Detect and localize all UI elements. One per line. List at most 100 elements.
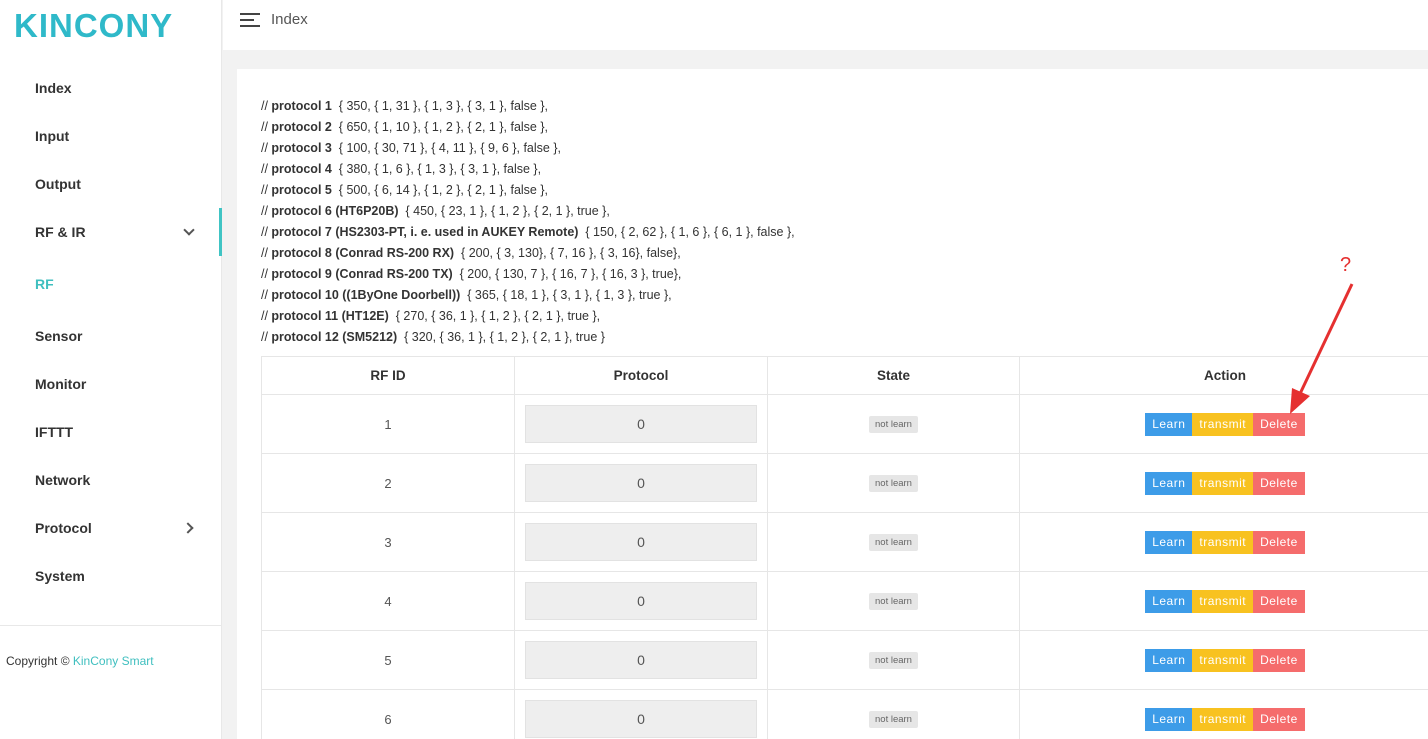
sidebar-item-sensor[interactable]: Sensor [0,312,222,360]
protocol-value: { 450, { 23, 1 }, { 1, 2 }, { 2, 1 }, tr… [405,204,610,218]
transmit-button[interactable]: transmit [1192,530,1254,554]
sidebar-item-index[interactable]: Index [0,64,222,112]
protocol-spacer [332,99,339,113]
transmit-button[interactable]: transmit [1192,471,1254,495]
protocol-value: { 650, { 1, 10 }, { 1, 2 }, { 2, 1 }, fa… [338,120,548,134]
sidebar-item-label: Network [35,472,91,488]
protocol-name: protocol 6 (HT6P20B) [271,204,399,218]
protocol-input[interactable] [525,464,757,502]
protocol-name: protocol 4 [271,162,332,176]
protocol-spacer [332,183,339,197]
copyright-brand-link[interactable]: KinCony Smart [73,654,154,668]
protocol-list: // protocol 1 { 350, { 1, 31 }, { 1, 3 }… [261,96,795,348]
rf-table: RF ID Protocol State Action 1 not learn Le… [261,356,1428,739]
transmit-button[interactable]: transmit [1192,648,1254,672]
state-cell: not learn [767,571,1020,631]
action-cell: Learn transmit Delete [1019,512,1428,572]
protocol-cell [514,689,768,739]
protocol-name: protocol 5 [271,183,332,197]
annotation-question-mark: ? [1340,254,1352,276]
protocol-spacer [332,120,339,134]
protocol-input[interactable] [525,582,757,620]
col-header-action: Action [1019,356,1428,395]
protocol-value: { 270, { 36, 1 }, { 1, 2 }, { 2, 1 }, tr… [395,309,601,323]
protocol-spacer [389,309,396,323]
sidebar-item-protocol[interactable]: Protocol [0,504,222,552]
protocol-line: // protocol 11 (HT12E) { 270, { 36, 1 },… [261,306,795,327]
protocol-line: // protocol 7 (HS2303-PT, i. e. used in … [261,222,795,243]
protocol-value: { 500, { 6, 14 }, { 1, 2 }, { 2, 1 }, fa… [338,183,548,197]
protocol-cell [514,394,768,454]
delete-button[interactable]: Delete [1253,648,1305,672]
learn-button[interactable]: Learn [1145,648,1193,672]
menu-toggle-icon[interactable] [240,13,260,27]
status-badge: not learn [869,711,918,728]
protocol-value: { 365, { 18, 1 }, { 3, 1 }, { 1, 3 }, tr… [467,288,672,302]
sidebar-item-monitor[interactable]: Monitor [0,360,222,408]
state-cell: not learn [767,630,1020,690]
action-cell: Learn transmit Delete [1019,394,1428,454]
transmit-button[interactable]: transmit [1192,707,1254,731]
state-cell: not learn [767,689,1020,739]
protocol-value: { 100, { 30, 71 }, { 4, 11 }, { 9, 6 }, … [338,141,561,155]
sidebar-item-rf-ir[interactable]: RF & IR [0,208,222,256]
sidebar-item-label: RF & IR [35,224,86,240]
transmit-button[interactable]: transmit [1192,589,1254,613]
transmit-button[interactable]: transmit [1192,412,1254,436]
protocol-name: protocol 11 (HT12E) [271,309,389,323]
action-cell: Learn transmit Delete [1019,571,1428,631]
state-cell: not learn [767,512,1020,572]
delete-button[interactable]: Delete [1253,530,1305,554]
state-cell: not learn [767,453,1020,513]
delete-button[interactable]: Delete [1253,471,1305,495]
sidebar-item-output[interactable]: Output [0,160,222,208]
status-badge: not learn [869,475,918,492]
protocol-line: // protocol 10 ((1ByOne Doorbell)) { 365… [261,285,795,306]
sidebar: KINCONY Index Input Output RF & IR RF Se… [0,0,222,739]
delete-button[interactable]: Delete [1253,707,1305,731]
sidebar-item-rf[interactable]: RF [0,256,222,312]
comment-slashes: // [261,225,272,239]
sidebar-item-input[interactable]: Input [0,112,222,160]
sidebar-item-network[interactable]: Network [0,456,222,504]
learn-button[interactable]: Learn [1145,530,1193,554]
protocol-value: { 380, { 1, 6 }, { 1, 3 }, { 3, 1 }, fal… [338,162,542,176]
sidebar-item-label: Index [35,80,72,96]
learn-button[interactable]: Learn [1145,707,1193,731]
protocol-input[interactable] [525,523,757,561]
protocol-input[interactable] [525,700,757,738]
status-badge: not learn [869,534,918,551]
rf-id-cell: 3 [261,512,515,572]
action-cell: Learn transmit Delete [1019,453,1428,513]
protocol-cell [514,630,768,690]
rf-id-cell: 2 [261,453,515,513]
protocol-spacer [454,246,461,260]
protocol-line: // protocol 2 { 650, { 1, 10 }, { 1, 2 }… [261,117,795,138]
protocol-line: // protocol 6 (HT6P20B) { 450, { 23, 1 }… [261,201,795,222]
sidebar-item-label: System [35,568,85,584]
protocol-input[interactable] [525,405,757,443]
state-cell: not learn [767,394,1020,454]
top-header: Index [223,0,1428,50]
table-row: 3 not learn LearntransmitDelete [261,512,1428,572]
learn-button[interactable]: Learn [1145,589,1193,613]
protocol-input[interactable] [525,641,757,679]
learn-button[interactable]: Learn [1145,412,1193,436]
sidebar-item-ifttt[interactable]: IFTTT [0,408,222,456]
comment-slashes: // [261,204,272,218]
protocol-name: protocol 2 [271,120,332,134]
delete-button[interactable]: Delete [1253,589,1305,613]
status-badge: not learn [869,652,918,669]
kincony-logo[interactable]: KINCONY [14,8,194,42]
protocol-value: { 320, { 36, 1 }, { 1, 2 }, { 2, 1 }, tr… [404,330,605,344]
sidebar-item-label: IFTTT [35,424,74,440]
learn-button[interactable]: Learn [1145,471,1193,495]
comment-slashes: // [261,120,272,134]
sidebar-item-system[interactable]: System [0,552,222,600]
protocol-name: protocol 9 (Conrad RS-200 TX) [271,267,453,281]
action-cell: Learn transmit Delete [1019,630,1428,690]
protocol-line: // protocol 8 (Conrad RS-200 RX) { 200, … [261,243,795,264]
protocol-line: // protocol 3 { 100, { 30, 71 }, { 4, 11… [261,138,795,159]
comment-slashes: // [261,267,272,281]
logo-text: KINCONY [14,8,173,42]
